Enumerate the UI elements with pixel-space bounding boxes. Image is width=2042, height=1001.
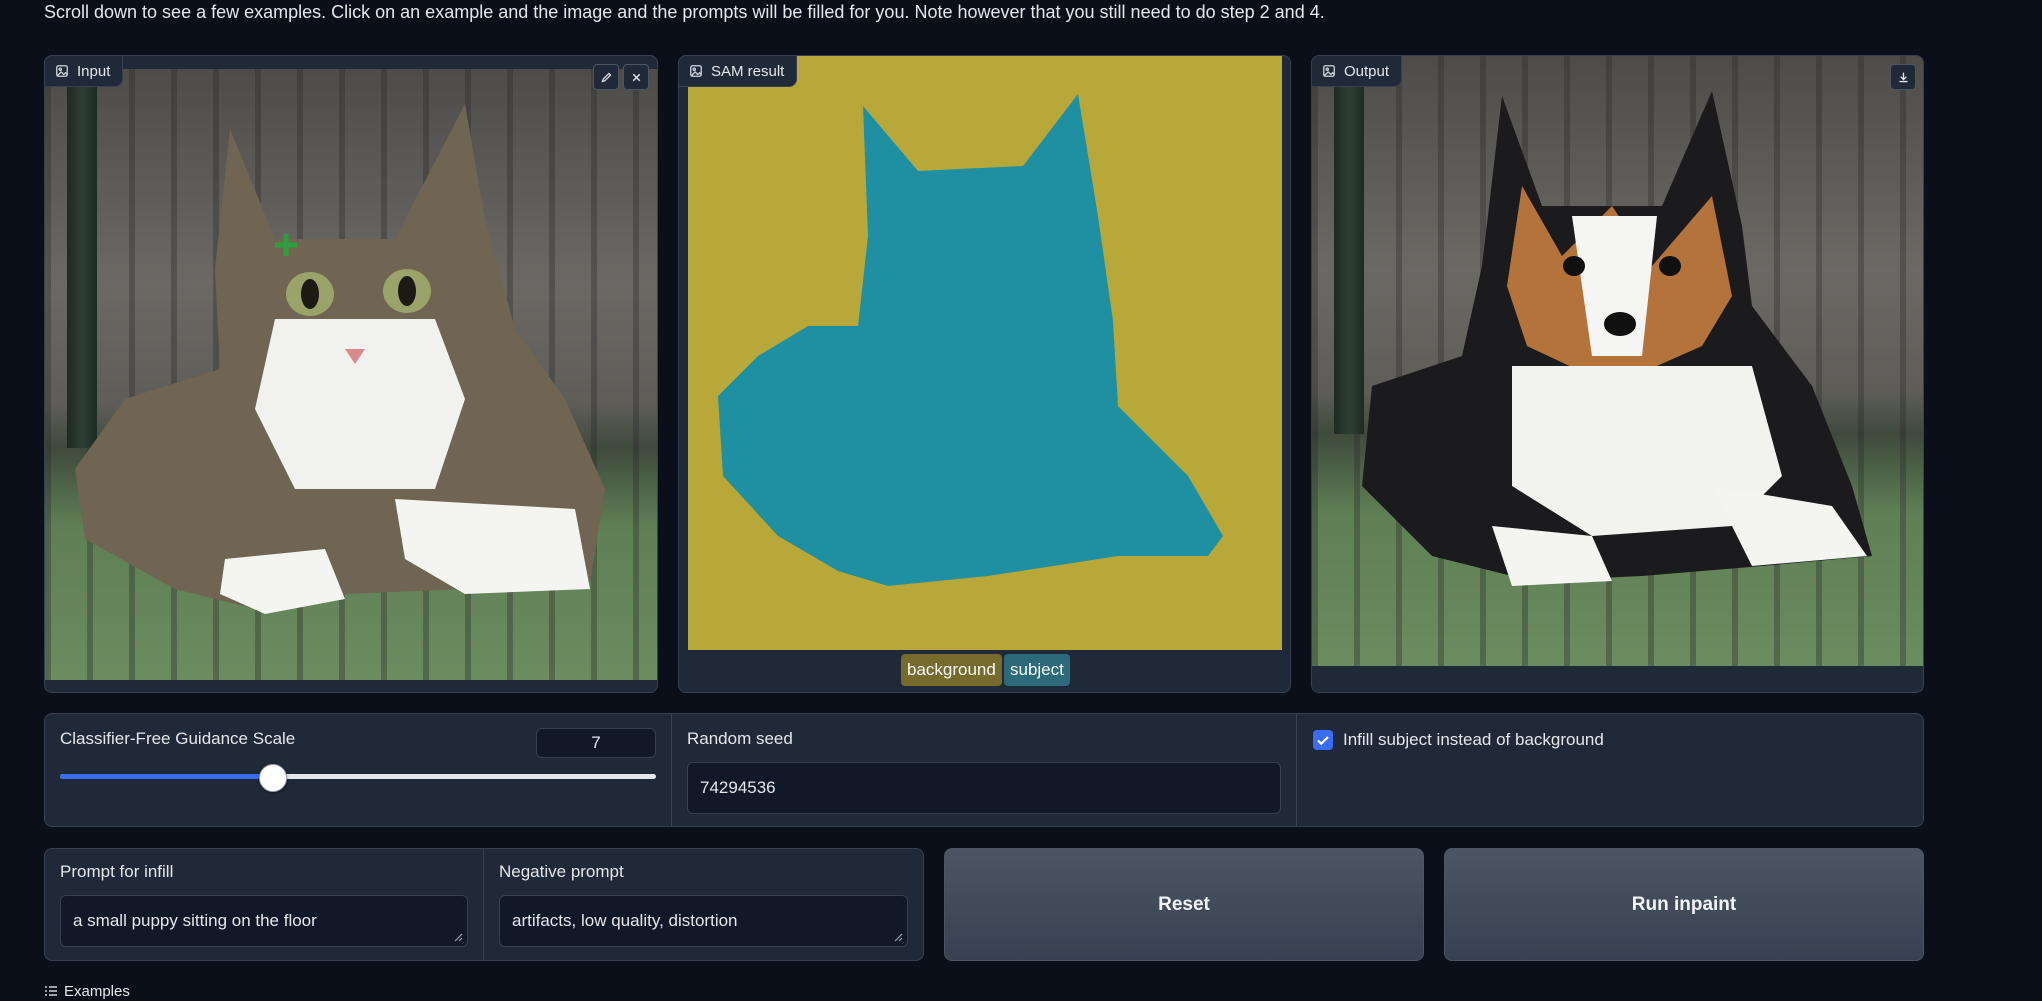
seed-label: Random seed	[687, 729, 793, 748]
legend-subject-label: subject	[1010, 660, 1064, 679]
output-image	[1312, 56, 1923, 666]
sam-subject-mask	[718, 94, 1223, 586]
point-marker-icon	[275, 234, 297, 256]
prompts-divider	[483, 849, 484, 960]
close-icon	[632, 73, 640, 81]
list-icon	[45, 986, 57, 996]
sam-segmentation-image	[688, 56, 1282, 650]
input-label-chip: Input	[45, 56, 124, 87]
guidance-number-input[interactable]: 7	[536, 728, 656, 758]
output-image-panel: Output	[1311, 55, 1924, 693]
seed-input[interactable]: 74294536	[687, 762, 1281, 814]
negative-prompt-value: artifacts, low quality, distortion	[512, 911, 738, 930]
puppy-illustration	[1362, 91, 1872, 586]
slider-thumb[interactable]	[259, 764, 287, 792]
image-icon	[1323, 65, 1335, 77]
legend-subject: subject	[1004, 654, 1070, 686]
sam-result-panel: SAM result background subject	[678, 55, 1291, 693]
download-icon	[1898, 72, 1908, 82]
prompt-textarea[interactable]: a small puppy sitting on the floor	[60, 895, 468, 947]
infill-checkbox-label[interactable]: Infill subject instead of background	[1343, 730, 1604, 750]
settings-divider	[671, 714, 672, 826]
legend-background-label: background	[907, 660, 996, 679]
resize-grip-icon[interactable]	[893, 932, 903, 942]
image-icon	[56, 65, 68, 77]
intro-text: Scroll down to see a few examples. Click…	[44, 2, 1325, 22]
sam-label-chip: SAM result	[679, 56, 798, 87]
legend-background: background	[901, 654, 1002, 686]
output-label-chip: Output	[1312, 56, 1403, 87]
image-icon	[690, 65, 702, 77]
input-image-panel[interactable]: Input	[44, 55, 658, 693]
download-button[interactable]	[1890, 64, 1916, 90]
sam-label: SAM result	[711, 62, 785, 80]
seed-value: 74294536	[700, 778, 776, 797]
negative-prompt-textarea[interactable]: artifacts, low quality, distortion	[499, 895, 908, 947]
prompt-label: Prompt for infill	[60, 862, 174, 881]
input-image[interactable]	[45, 69, 657, 680]
settings-divider	[1296, 714, 1297, 826]
slider-fill	[60, 774, 272, 779]
examples-label: Examples	[64, 982, 130, 1000]
guidance-slider[interactable]	[60, 762, 656, 792]
prompt-value: a small puppy sitting on the floor	[73, 911, 317, 930]
guidance-value: 7	[591, 733, 601, 752]
guidance-label: Classifier-Free Guidance Scale	[60, 729, 296, 748]
infill-checkbox[interactable]	[1313, 730, 1333, 750]
negative-prompt-label: Negative prompt	[499, 862, 624, 881]
checkmark-icon	[1317, 736, 1329, 746]
edit-button[interactable]	[593, 64, 619, 90]
clear-image-button[interactable]	[623, 64, 649, 90]
reset-button[interactable]: Reset	[944, 848, 1424, 961]
kitten-illustration	[75, 104, 605, 614]
resize-grip-icon[interactable]	[453, 932, 463, 942]
input-label: Input	[77, 62, 111, 80]
pencil-icon	[600, 72, 611, 83]
examples-header[interactable]: Examples	[44, 981, 130, 1001]
run-inpaint-button[interactable]: Run inpaint	[1444, 848, 1924, 961]
output-label: Output	[1344, 62, 1390, 80]
